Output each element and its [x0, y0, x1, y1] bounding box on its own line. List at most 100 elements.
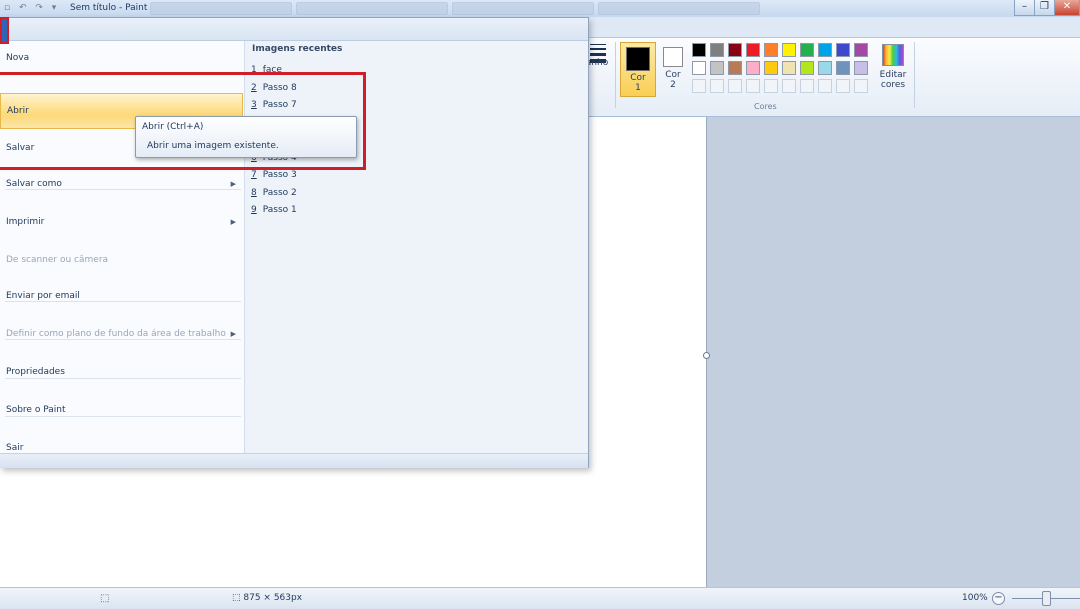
- quick-access-toolbar[interactable]: ▫ ↶ ↷ ▾: [4, 3, 59, 13]
- menu-item[interactable]: Salvar como ▶: [0, 167, 243, 203]
- menu-separator: [5, 339, 241, 340]
- menu-item[interactable]: Sobre o Paint: [0, 393, 243, 429]
- selection-size-icon: ⬚: [100, 593, 110, 604]
- zoom-out-button[interactable]: −: [992, 592, 1005, 605]
- tooltip-title: Abrir (Ctrl+A): [142, 122, 204, 132]
- file-menu-commands: Nova Abrir Salvar Salvar como ▶ Imprimir ▶ De s…: [0, 41, 243, 453]
- palette-swatch[interactable]: [746, 61, 760, 75]
- palette-swatch[interactable]: [710, 43, 724, 57]
- open-tooltip: Abrir (Ctrl+A) Abrir uma imagem existent…: [135, 116, 357, 158]
- palette-swatch[interactable]: [800, 61, 814, 75]
- menu-item-label: Abrir: [7, 106, 29, 116]
- menu-item[interactable]: Imprimir ▶: [0, 205, 243, 241]
- menu-separator: [5, 189, 241, 190]
- menu-item-label: Nova: [6, 53, 30, 63]
- recent-images-panel: Imagens recentes 1face2Passo 83Passo 74P…: [244, 41, 588, 453]
- palette-swatch[interactable]: [836, 61, 850, 75]
- menu-item-label: De scanner ou câmera: [6, 255, 109, 265]
- custom-color-slot[interactable]: [854, 79, 868, 93]
- color2-swatch: [663, 47, 683, 67]
- recent-image-item[interactable]: 7 Passo 3: [251, 170, 297, 184]
- background-taskbar-tabs: [150, 2, 910, 15]
- file-menu-button[interactable]: [0, 17, 9, 44]
- submenu-arrow-icon: ▶: [230, 180, 236, 188]
- custom-color-slot[interactable]: [692, 79, 706, 93]
- recent-image-index: 2: [251, 82, 257, 93]
- palette-swatch[interactable]: [782, 43, 796, 57]
- submenu-arrow-icon: ▶: [230, 218, 236, 226]
- menu-separator: [5, 378, 241, 379]
- minimize-button[interactable]: –: [1014, 0, 1035, 16]
- menu-item[interactable]: Nova: [0, 41, 243, 77]
- palette-swatch[interactable]: [854, 43, 868, 57]
- status-bar: ⬚ ⬚ 875 × 563px 100% −: [0, 587, 1080, 609]
- file-menu-header: [0, 18, 588, 41]
- menu-item-label: Sair: [6, 443, 24, 453]
- custom-color-slot[interactable]: [782, 79, 796, 93]
- palette-swatch[interactable]: [782, 61, 796, 75]
- palette-swatch[interactable]: [818, 61, 832, 75]
- canvas-dimensions-text: 875 × 563px: [243, 593, 303, 603]
- menu-item-label: Salvar como: [6, 179, 62, 189]
- recent-image-index: 9: [251, 205, 257, 215]
- palette-swatch[interactable]: [818, 43, 832, 57]
- color1-swatch: [626, 47, 650, 71]
- palette-swatch[interactable]: [746, 43, 760, 57]
- recent-image-name: face: [262, 65, 282, 75]
- recent-image-index: 1: [251, 65, 257, 75]
- custom-color-slot[interactable]: [764, 79, 778, 93]
- colors-group-label: Cores: [754, 102, 777, 111]
- palette-swatch[interactable]: [692, 61, 706, 75]
- canvas-resize-handle[interactable]: [703, 352, 710, 359]
- custom-color-slot[interactable]: [746, 79, 760, 93]
- palette-swatch[interactable]: [800, 43, 814, 57]
- maximize-button[interactable]: ❐: [1034, 0, 1055, 16]
- zoom-level: 100%: [962, 593, 988, 603]
- custom-color-slot[interactable]: [728, 79, 742, 93]
- palette-swatch[interactable]: [854, 61, 868, 75]
- palette-swatch[interactable]: [764, 43, 778, 57]
- menu-item: De scanner ou câmera: [0, 243, 243, 279]
- recent-image-name: Passo 8: [262, 82, 297, 93]
- recent-image-index: 7: [251, 170, 257, 180]
- palette-swatch[interactable]: [836, 43, 850, 57]
- recent-image-item[interactable]: 2 Passo 8: [251, 83, 297, 97]
- menu-separator: [5, 416, 241, 417]
- tooltip-description: Abrir uma imagem existente.: [147, 141, 279, 151]
- palette-swatch[interactable]: [764, 61, 778, 75]
- custom-color-slot[interactable]: [800, 79, 814, 93]
- menu-item[interactable]: Propriedades: [0, 355, 243, 391]
- recent-image-name: Passo 2: [262, 187, 297, 198]
- color2-button[interactable]: Cor 2: [660, 42, 686, 97]
- recent-image-index: 8: [251, 187, 257, 198]
- close-button[interactable]: ✕: [1054, 0, 1080, 16]
- menu-item: Definir como plano de fundo da área de t…: [0, 317, 243, 353]
- custom-color-slot[interactable]: [710, 79, 724, 93]
- recent-image-item[interactable]: 3 Passo 7: [251, 100, 297, 114]
- recent-images-title: Imagens recentes: [252, 44, 343, 54]
- window-controls: – ❐ ✕: [1014, 0, 1080, 16]
- window-title: Sem título - Paint: [70, 3, 148, 13]
- color1-button[interactable]: Cor 1: [620, 42, 656, 97]
- recent-image-item[interactable]: 8 Passo 2: [251, 188, 297, 202]
- submenu-arrow-icon: ▶: [230, 330, 236, 338]
- menu-item-label: Definir como plano de fundo da área de t…: [6, 329, 226, 339]
- custom-color-slot[interactable]: [836, 79, 850, 93]
- recent-image-item[interactable]: 9 Passo 1: [251, 205, 297, 219]
- menu-item-label: Sobre o Paint: [6, 405, 66, 415]
- canvas-dimensions: ⬚ 875 × 563px: [232, 593, 303, 603]
- edit-colors-button[interactable]: Editar cores: [877, 44, 909, 90]
- menu-item-label: Enviar por email: [6, 291, 80, 301]
- recent-image-name: Passo 7: [262, 100, 297, 110]
- color1-label: Cor 1: [630, 73, 646, 93]
- palette-swatch[interactable]: [728, 61, 742, 75]
- custom-color-slot[interactable]: [818, 79, 832, 93]
- palette-swatch[interactable]: [692, 43, 706, 57]
- ribbon-separator: [914, 42, 915, 108]
- zoom-slider-thumb[interactable]: [1042, 591, 1051, 606]
- menu-item-label: Salvar: [6, 143, 35, 153]
- menu-item[interactable]: Enviar por email: [0, 279, 243, 315]
- palette-swatch[interactable]: [728, 43, 742, 57]
- recent-image-item[interactable]: 1 face: [251, 65, 282, 79]
- palette-swatch[interactable]: [710, 61, 724, 75]
